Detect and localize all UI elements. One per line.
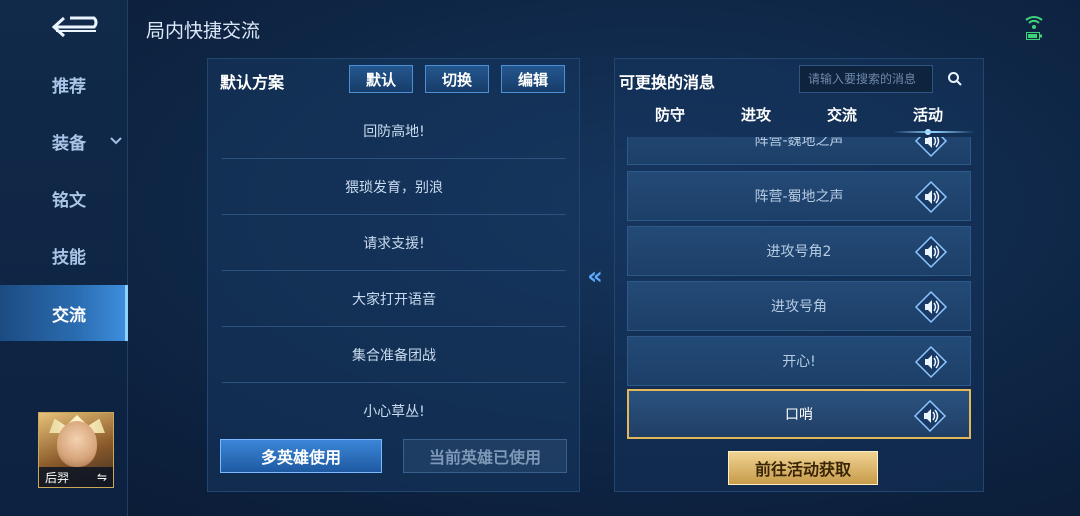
replaceable-messages-title: 可更换的消息 <box>619 73 716 92</box>
list-item[interactable]: 集合准备团战 <box>222 327 566 383</box>
transfer-left-icon[interactable]: « <box>580 262 610 290</box>
sound-message-list: 阵营-魏地之声 阵营-蜀地之声 进攻号角2 进攻号角 开心! 口哨 <box>627 137 971 455</box>
goto-event-button[interactable]: 前往活动获取 <box>728 451 878 485</box>
scheme-title: 默认方案 <box>220 73 285 92</box>
avatar <box>57 421 97 467</box>
list-item[interactable]: 大家打开语音 <box>222 271 566 327</box>
list-item[interactable]: 阵营-蜀地之声 <box>627 171 971 221</box>
sidebar-item-label: 装备 <box>52 133 86 154</box>
category-tabs: 防守 进攻 交流 活动 <box>627 101 975 135</box>
list-item[interactable]: 回防高地! <box>222 103 566 159</box>
page-title: 局内快捷交流 <box>146 20 261 42</box>
list-item[interactable]: 开心! <box>627 336 971 386</box>
speaker-icon[interactable] <box>914 235 948 269</box>
chevron-down-icon <box>110 134 122 148</box>
sidebar-item-label: 交流 <box>52 305 86 326</box>
speaker-icon[interactable] <box>914 180 948 214</box>
sidebar-item-label: 推荐 <box>52 76 86 97</box>
search-input[interactable] <box>799 65 933 93</box>
search-icon <box>948 72 962 86</box>
edit-button[interactable]: 编辑 <box>501 65 565 93</box>
current-hero-used-button[interactable]: 当前英雄已使用 <box>403 439 567 473</box>
sidebar: 推荐 装备 铭文 技能 交流 后羿 ⇋ <box>0 0 128 516</box>
switch-button[interactable]: 切换 <box>425 65 489 93</box>
quick-message-list: 回防高地! 猥琐发育，别浪 请求支援! 大家打开语音 集合准备团战 小心草丛! <box>222 103 566 439</box>
speaker-icon[interactable] <box>913 399 947 433</box>
speaker-icon[interactable] <box>914 137 948 158</box>
wifi-icon <box>1025 16 1043 29</box>
list-item[interactable]: 阵营-魏地之声 <box>627 137 971 165</box>
sidebar-item-skills[interactable]: 技能 <box>0 227 128 283</box>
sidebar-item-equipment[interactable]: 装备 <box>0 113 128 169</box>
battery-icon <box>1026 32 1042 40</box>
list-item[interactable]: 猥琐发育，别浪 <box>222 159 566 215</box>
replaceable-messages-panel: 可更换的消息 防守 进攻 交流 活动 阵营-魏地之声 阵营-蜀地之声 进攻号角2 <box>614 58 984 492</box>
sidebar-item-label: 技能 <box>52 247 86 268</box>
back-arrow-icon <box>51 16 98 38</box>
sidebar-item-recommend[interactable]: 推荐 <box>0 56 128 112</box>
back-button[interactable] <box>50 14 102 40</box>
swap-icon[interactable]: ⇋ <box>97 470 107 484</box>
sound-label: 口哨 <box>785 407 813 423</box>
multi-hero-use-button[interactable]: 多英雄使用 <box>220 439 382 473</box>
tab-event[interactable]: 活动 <box>885 101 975 135</box>
list-item[interactable]: 进攻号角 <box>627 281 971 331</box>
sound-label: 阵营-蜀地之声 <box>754 189 844 205</box>
speaker-icon[interactable] <box>914 290 948 324</box>
tab-communication[interactable]: 交流 <box>799 101 885 133</box>
hero-avatar-card[interactable]: 后羿 ⇋ <box>38 412 114 488</box>
sound-label: 阵营-魏地之声 <box>754 137 844 149</box>
sound-label: 开心! <box>782 354 816 370</box>
sidebar-item-communication[interactable]: 交流 <box>0 285 128 341</box>
hero-name-bar: 后羿 ⇋ <box>39 467 113 487</box>
scheme-header: 默认方案 默认 切换 编辑 <box>208 59 579 99</box>
sound-label: 进攻号角2 <box>766 244 832 260</box>
sidebar-item-inscription[interactable]: 铭文 <box>0 170 128 226</box>
list-item[interactable]: 进攻号角2 <box>627 226 971 276</box>
tab-attack[interactable]: 进攻 <box>713 101 799 133</box>
sound-label: 进攻号角 <box>771 299 827 315</box>
hero-name: 后羿 <box>45 470 70 485</box>
default-scheme-panel: 默认方案 默认 切换 编辑 回防高地! 猥琐发育，别浪 请求支援! 大家打开语音… <box>207 58 580 492</box>
search-button[interactable] <box>941 65 969 93</box>
list-item[interactable]: 小心草丛! <box>222 383 566 439</box>
default-button[interactable]: 默认 <box>349 65 413 93</box>
sidebar-item-label: 铭文 <box>52 190 86 211</box>
list-item-selected[interactable]: 口哨 <box>627 389 971 439</box>
tab-defense[interactable]: 防守 <box>627 101 713 133</box>
list-item[interactable]: 请求支援! <box>222 215 566 271</box>
speaker-icon[interactable] <box>914 345 948 379</box>
